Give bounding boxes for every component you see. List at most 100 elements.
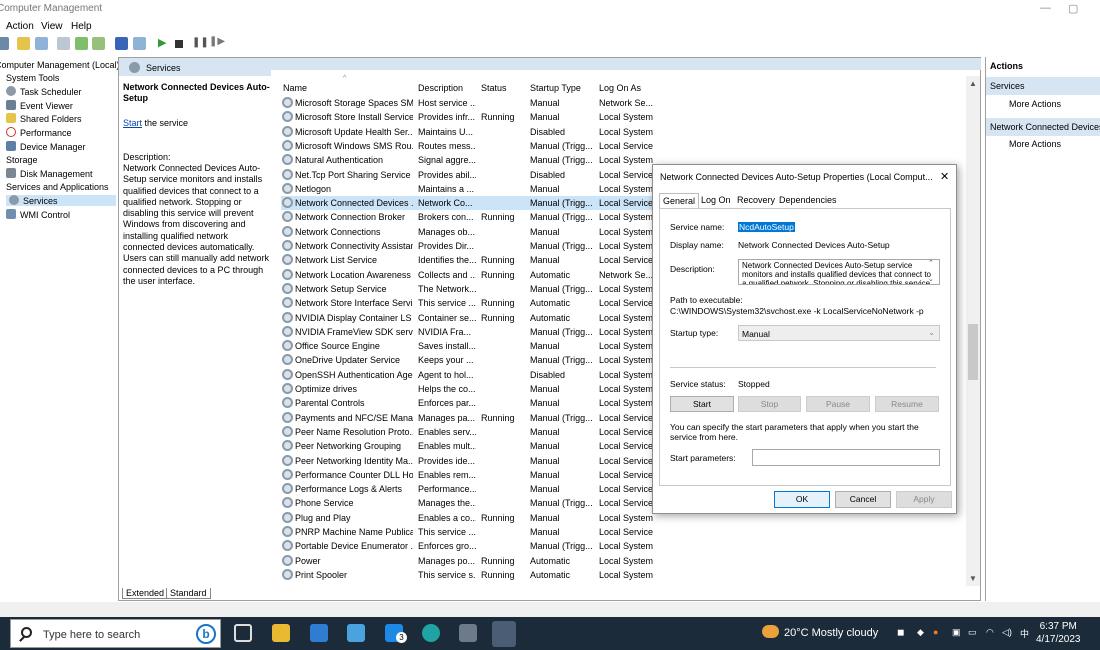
start-parameters-input[interactable] <box>752 449 940 466</box>
actions-section-selected-service[interactable]: Network Connected Devices ... <box>986 118 1100 136</box>
tree-item-services[interactable]: Services <box>6 195 116 206</box>
tree-item-device-manager[interactable]: Device Manager <box>6 141 86 152</box>
column-header-description[interactable]: Description <box>418 83 463 93</box>
resume-button[interactable]: Resume <box>875 396 939 412</box>
gear-icon <box>282 97 293 108</box>
play-icon[interactable]: ▶ <box>158 36 166 49</box>
scrollbar-thumb[interactable] <box>968 324 978 380</box>
scroll-down-icon[interactable]: ▼ <box>969 574 977 583</box>
tree-item-wmi-control[interactable]: WMI Control <box>6 209 70 220</box>
tree-item-computer-management[interactable]: Computer Management (Local) <box>0 60 120 70</box>
close-icon[interactable]: ✕ <box>940 170 949 183</box>
column-header-log-on-as[interactable]: Log On As <box>599 83 641 93</box>
pause-button[interactable]: Pause <box>806 396 870 412</box>
tab-recovery[interactable]: Recovery <box>734 193 778 208</box>
stop-icon[interactable] <box>175 40 183 48</box>
table-row[interactable]: PNRP Machine Name Publica... This service… <box>281 525 801 539</box>
service-status: Running <box>481 212 515 223</box>
column-header-startup-type[interactable]: Startup Type <box>530 83 581 93</box>
up-folder-icon[interactable] <box>17 37 30 50</box>
column-header-status[interactable]: Status <box>481 83 507 93</box>
properties-icon[interactable] <box>57 37 70 50</box>
menu-action[interactable]: Action <box>6 21 34 32</box>
table-row[interactable]: Print Spooler This service s... Running Aut… <box>281 568 801 582</box>
tab-dependencies[interactable]: Dependencies <box>776 193 840 208</box>
table-row[interactable]: Portable Device Enumerator ... Enforces g… <box>281 539 801 553</box>
refresh-icon[interactable] <box>75 37 88 50</box>
more-actions-services[interactable]: More Actions <box>1009 99 1061 109</box>
language-icon[interactable]: 中 <box>1020 627 1029 640</box>
description-scroll-up-icon[interactable]: ⌃ <box>928 259 934 267</box>
clock[interactable]: 6:37 PM 4/17/2023 <box>1036 620 1081 646</box>
taskbar-search[interactable]: Type here to search b <box>10 619 221 648</box>
description-scroll-down-icon[interactable]: ⌄ <box>928 275 934 283</box>
description-field[interactable]: Network Connected Devices Auto-Setup ser… <box>738 259 940 285</box>
vertical-scrollbar[interactable]: ▲ ▼ <box>966 76 980 586</box>
table-row[interactable]: Power Manages po... Running Automatic Local … <box>281 554 801 568</box>
start-button[interactable]: Start <box>670 396 734 412</box>
cancel-button[interactable]: Cancel <box>835 491 891 508</box>
tree-item-task-scheduler[interactable]: Task Scheduler <box>6 86 82 97</box>
tree-item-system-tools[interactable]: System Tools <box>6 73 59 83</box>
restart-icon[interactable]: ❚▶ <box>209 36 225 47</box>
menu-view[interactable]: View <box>41 21 63 32</box>
tab-extended[interactable]: Extended <box>122 588 169 599</box>
display-name-value[interactable]: Network Connected Devices Auto-Setup <box>738 240 890 250</box>
tree-item-event-viewer[interactable]: Event Viewer <box>6 100 73 111</box>
table-row[interactable]: Microsoft Windows SMS Rou... Routes mess.… <box>281 139 801 153</box>
export-list-icon[interactable] <box>92 37 105 50</box>
stop-button[interactable]: Stop <box>738 396 801 412</box>
service-startup-type: Manual <box>530 426 560 437</box>
service-startup-type: Manual (Trigg... <box>530 155 593 166</box>
nvidia-tray-icon[interactable]: ◼ <box>897 627 904 638</box>
minimize-icon[interactable]: — <box>1040 2 1051 14</box>
tree-item-shared-folders[interactable]: Shared Folders <box>6 113 82 124</box>
path-value[interactable]: C:\WINDOWS\System32\svchost.exe -k Local… <box>670 306 924 316</box>
service-startup-type: Manual (Trigg... <box>530 541 593 552</box>
app-tray-icon[interactable]: ● <box>933 627 938 637</box>
battery-tray-icon[interactable]: ▭ <box>968 627 977 638</box>
startup-type-select[interactable]: Manual ⌄ <box>738 325 940 341</box>
store-icon[interactable] <box>310 624 328 642</box>
service-startup-type: Disabled <box>530 126 566 137</box>
task-view-icon[interactable] <box>234 624 252 642</box>
view-icon[interactable] <box>133 37 146 50</box>
apply-button[interactable]: Apply <box>896 491 952 508</box>
service-description: This service ... <box>418 527 476 537</box>
forward-icon[interactable] <box>0 37 9 50</box>
volume-icon[interactable]: ◁) <box>1002 627 1012 638</box>
bing-icon[interactable]: b <box>196 624 216 644</box>
ok-button[interactable]: OK <box>774 491 830 508</box>
tab-general[interactable]: General <box>659 193 700 208</box>
table-row[interactable]: Microsoft Storage Spaces SMP Host service… <box>281 96 801 110</box>
help-icon[interactable] <box>115 37 128 50</box>
actions-section-services[interactable]: Services <box>986 77 1100 95</box>
show-hide-tree-icon[interactable] <box>35 37 48 50</box>
calculator-icon[interactable] <box>459 624 477 642</box>
tree-item-disk-management[interactable]: Disk Management <box>6 168 93 179</box>
tree-item-services-and-applications[interactable]: Services and Applications <box>6 182 109 192</box>
scroll-up-icon[interactable]: ▲ <box>969 79 977 88</box>
table-row[interactable]: Microsoft Update Health Ser... Maintains … <box>281 125 801 139</box>
service-name-value[interactable]: NcdAutoSetup <box>738 222 795 232</box>
file-explorer-icon[interactable] <box>272 624 290 642</box>
tree-item-storage[interactable]: Storage <box>6 155 38 165</box>
chat-tray-icon[interactable]: ◆ <box>917 627 924 638</box>
start-service-link[interactable]: Start <box>123 118 142 128</box>
tree-item-performance[interactable]: Performance <box>6 127 72 138</box>
computer-management-taskbar-icon[interactable] <box>492 621 516 647</box>
mail-icon[interactable] <box>347 624 365 642</box>
tab-log-on[interactable]: Log On <box>698 193 734 208</box>
pause-icon[interactable]: ❚❚ <box>192 37 209 48</box>
menu-help[interactable]: Help <box>71 21 92 32</box>
more-actions-selected-service[interactable]: More Actions <box>1009 139 1061 149</box>
table-row[interactable]: Microsoft Store Install Service Provides … <box>281 110 801 124</box>
edge-icon[interactable] <box>422 624 440 642</box>
column-header-name[interactable]: Name <box>283 83 307 93</box>
weather-text[interactable]: 20°C Mostly cloudy <box>784 627 878 639</box>
maximize-icon[interactable]: ▢ <box>1068 2 1078 15</box>
screen-tray-icon[interactable]: ▣ <box>952 627 961 638</box>
tab-standard[interactable]: Standard <box>166 588 211 599</box>
status-bar <box>0 602 1100 617</box>
wifi-icon[interactable]: ◠ <box>986 627 994 638</box>
